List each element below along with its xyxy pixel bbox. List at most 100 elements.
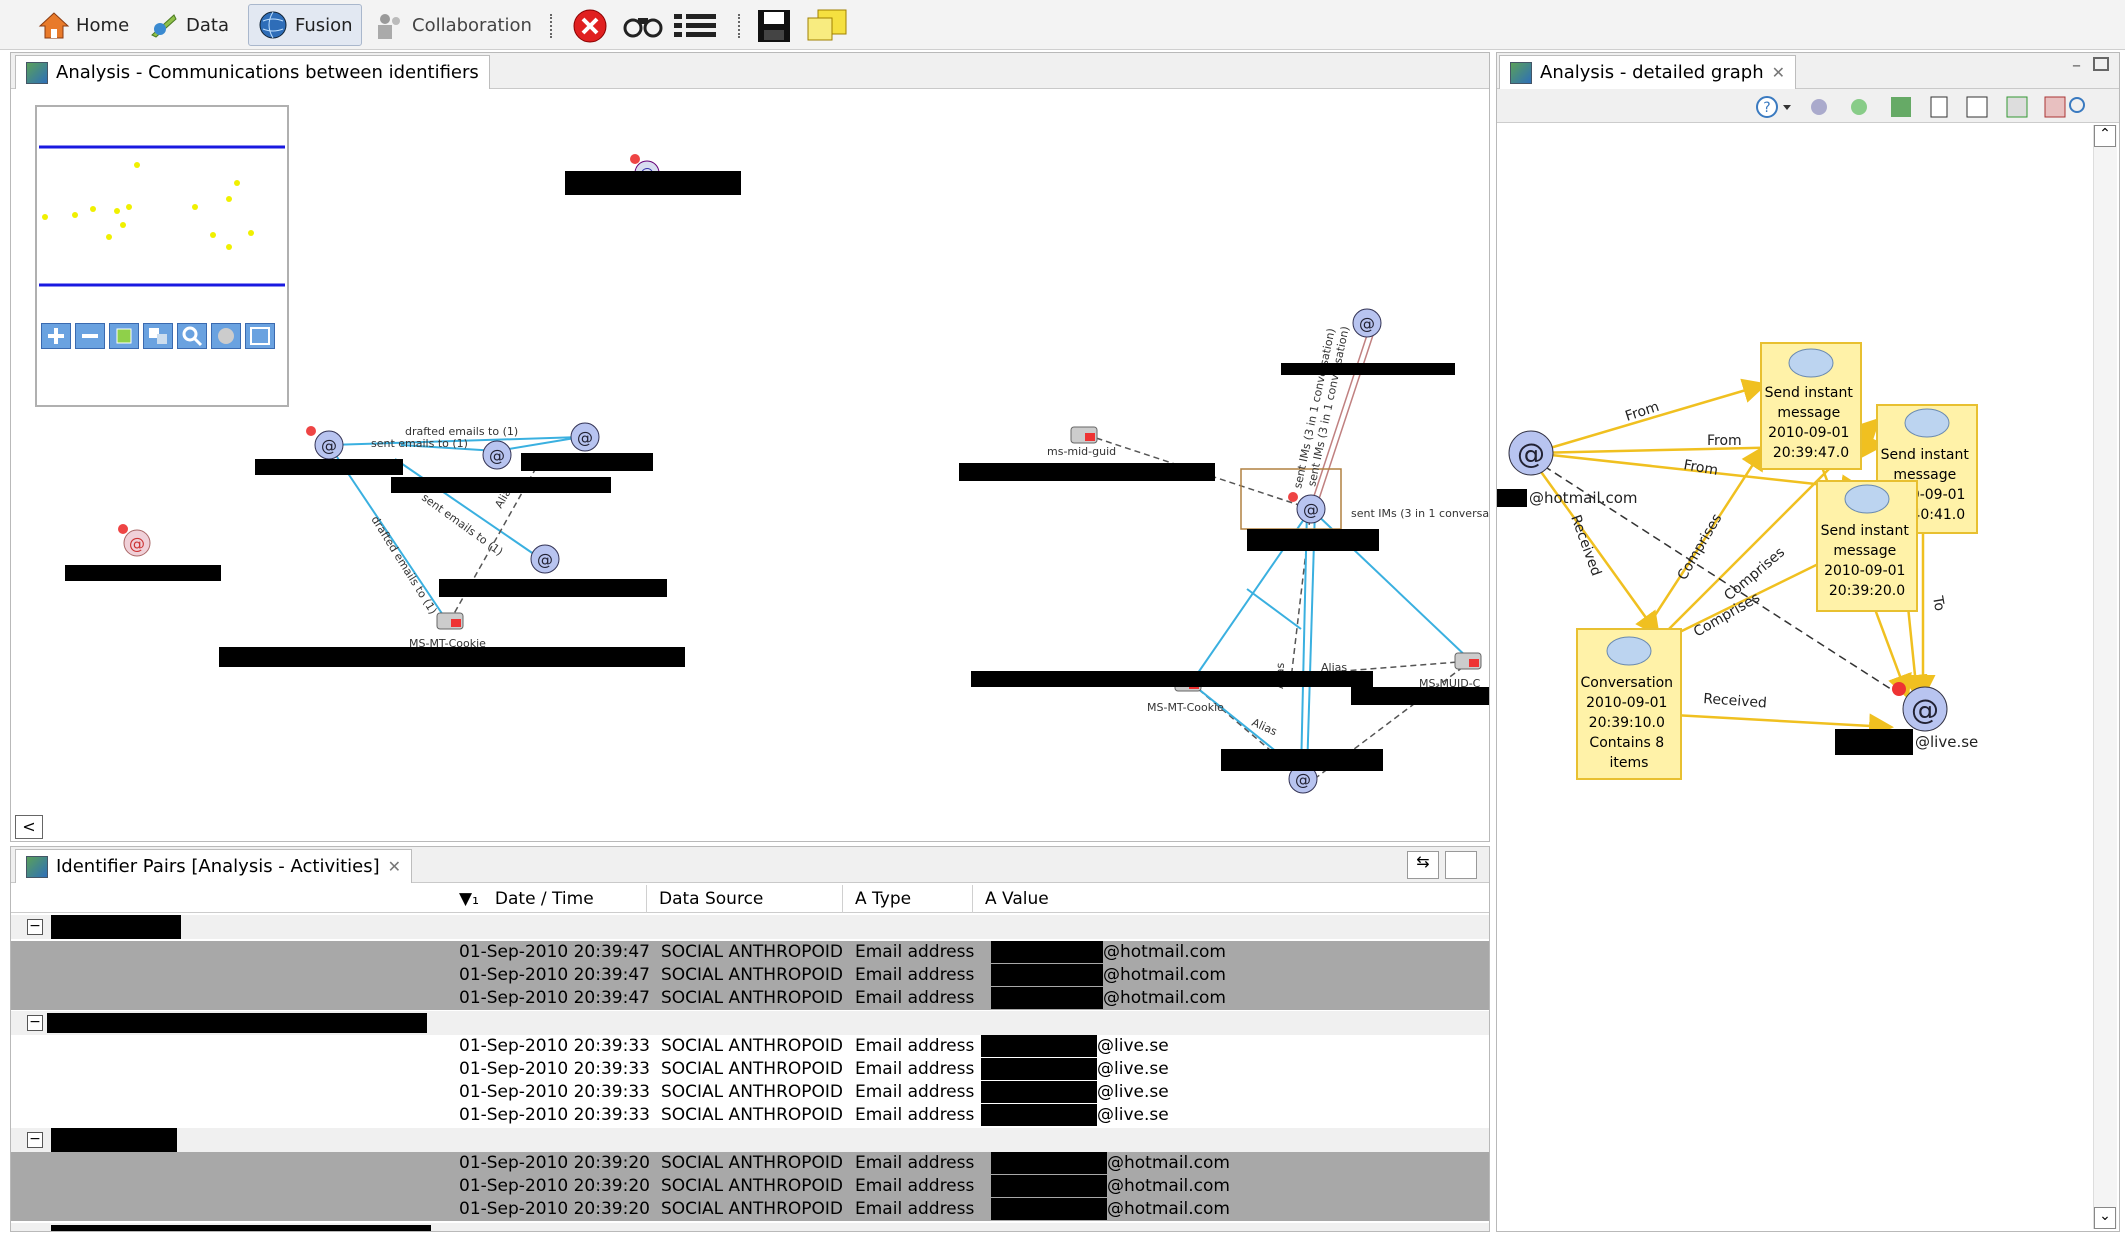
identifier-pairs-panel: Identifier Pairs [Analysis - Activities]… — [10, 846, 1490, 1232]
svg-text:@: @ — [489, 446, 505, 465]
chevron-down-icon: ⌄ — [2099, 1208, 2111, 1224]
communications-graph-panel: Analysis - Communications between identi… — [10, 52, 1490, 842]
edge-label-received2: Received — [1703, 691, 1768, 711]
svg-text:@hotmail.com: @hotmail.com — [1529, 489, 1638, 507]
redacted-label — [981, 1081, 1097, 1103]
data-button[interactable]: Data — [140, 4, 237, 46]
edge-label-comprises1: Comprises — [1675, 511, 1726, 583]
group-row[interactable]: − — [11, 1128, 1489, 1152]
table-row[interactable]: 01-Sep-2010 20:39:20 SOCIAL ANTHROPOID E… — [11, 1198, 1489, 1221]
edge-label-from3: From — [1682, 457, 1719, 479]
redacted-label — [991, 1198, 1107, 1220]
table-row[interactable]: 01-Sep-2010 20:39:33 SOCIAL ANTHROPOID E… — [11, 1104, 1489, 1127]
redacted-label — [65, 565, 221, 581]
collapse-icon[interactable]: − — [27, 1015, 43, 1031]
chevron-up-icon: ⌃ — [2099, 126, 2111, 142]
node-label-muid: ms-mid-guid — [1047, 445, 1116, 458]
collapse-icon[interactable]: − — [27, 919, 43, 935]
close-icon[interactable]: ✕ — [388, 857, 401, 876]
table-row[interactable]: 01-Sep-2010 20:39:20 SOCIAL ANTHROPOID E… — [11, 1175, 1489, 1198]
fusion-label: Fusion — [295, 14, 353, 36]
redacted-label — [51, 1128, 177, 1152]
redacted-label — [959, 463, 1215, 481]
at-node-icon: @ — [118, 524, 151, 557]
svg-text:@: @ — [537, 550, 553, 569]
column-avalue[interactable]: A Value — [973, 885, 1373, 913]
redacted-label — [991, 987, 1103, 1009]
tab-bar: Analysis - Communications between identi… — [11, 53, 1489, 89]
main-toolbar: Home Data Fusion Collaboration — [0, 0, 2125, 50]
svg-text:@: @ — [1303, 500, 1319, 519]
vertical-scrollbar[interactable]: ⌃ ⌄ — [2093, 125, 2117, 1229]
redacted-label — [1497, 489, 1527, 507]
edge-b-6 — [1246, 588, 1302, 630]
tab-communications[interactable]: Analysis - Communications between identi… — [15, 55, 490, 89]
person-icon — [1892, 682, 1906, 696]
edge-label-b4: sent IMs (3 in 1 conversation) — [1351, 507, 1489, 520]
fusion-button[interactable]: Fusion — [248, 4, 362, 46]
save-icon[interactable] — [756, 8, 792, 44]
svg-text:@: @ — [1295, 770, 1311, 789]
detailed-graph-canvas[interactable]: From From From Received Comprises Compri… — [1497, 123, 2097, 1223]
redacted-label — [1281, 363, 1455, 375]
document-icon — [1930, 96, 1948, 118]
home-button[interactable]: Home — [30, 4, 137, 46]
svg-text:@: @ — [321, 436, 337, 455]
collapse-icon[interactable]: − — [27, 1132, 43, 1148]
tab-identifier-pairs[interactable]: Identifier Pairs [Analysis - Activities]… — [15, 849, 413, 883]
group-row[interactable]: − — [11, 1011, 1489, 1035]
layout-icon — [2006, 96, 2028, 118]
settings-icon — [1811, 99, 1827, 115]
table-icon — [26, 855, 48, 878]
redacted-label — [991, 1152, 1107, 1174]
collapse-left-button[interactable]: < — [15, 815, 43, 839]
scroll-up-button[interactable]: ⌃ — [2094, 125, 2116, 147]
analysis-icon — [26, 61, 48, 84]
at-node-icon: @ — [530, 544, 560, 574]
table-row[interactable]: 01-Sep-2010 20:39:33 SOCIAL ANTHROPOID E… — [11, 1058, 1489, 1081]
edge-label-from2: From — [1707, 433, 1742, 449]
delete-icon[interactable] — [572, 8, 608, 44]
horizontal-scrollbar[interactable] — [11, 1223, 1489, 1231]
column-source[interactable]: Data Source — [647, 885, 843, 913]
scroll-down-button[interactable]: ⌄ — [2094, 1207, 2116, 1229]
minimize-icon[interactable]: – — [2072, 55, 2081, 76]
chevron-left-icon: < — [22, 817, 36, 836]
swap-icon[interactable]: ⇆ — [1407, 851, 1439, 879]
redacted-label — [439, 579, 667, 597]
collaboration-button[interactable]: Collaboration — [366, 4, 540, 46]
home-label: Home — [76, 14, 130, 36]
column-atype[interactable]: A Type — [843, 885, 973, 913]
node-message-3[interactable]: Send instant message 2010-09-01 20:39:20… — [1816, 480, 1918, 612]
edge-label-b6: Alias — [1250, 716, 1279, 739]
collaboration-label: Collaboration — [412, 14, 532, 36]
home-icon — [38, 12, 70, 39]
scroll-thumb[interactable] — [51, 1225, 431, 1231]
table-row[interactable]: 01-Sep-2010 20:39:47 SOCIAL ANTHROPOID E… — [11, 964, 1489, 987]
binoculars-icon[interactable] — [622, 10, 664, 40]
table-row[interactable]: 01-Sep-2010 20:39:47 SOCIAL ANTHROPOID E… — [11, 987, 1489, 1010]
close-icon[interactable]: ✕ — [1772, 63, 1785, 82]
cookie-node-icon — [1070, 426, 1098, 444]
table-row[interactable]: 01-Sep-2010 20:39:20 SOCIAL ANTHROPOID E… — [11, 1152, 1489, 1175]
redacted-label — [51, 915, 181, 939]
tab-detailed-graph[interactable]: Analysis - detailed graph ✕ — [1499, 55, 1797, 89]
communications-graph-canvas[interactable]: drafted emails to (1) sent emails to (1)… — [11, 89, 1489, 829]
maximize-icon[interactable] — [2093, 57, 2109, 71]
table-row[interactable]: 01-Sep-2010 20:39:33 SOCIAL ANTHROPOID E… — [11, 1035, 1489, 1058]
column-date[interactable]: ▼₁ Date / Time — [447, 885, 647, 913]
edge-label-to: To — [1929, 594, 1947, 612]
redacted-label — [971, 671, 1373, 687]
redacted-label — [981, 1104, 1097, 1126]
redacted-label — [991, 941, 1103, 963]
node-conversation[interactable]: Conversation 2010-09-01 20:39:10.0 Conta… — [1576, 628, 1682, 780]
globe-icon — [259, 11, 287, 39]
node-message-1[interactable]: Send instant message 2010-09-01 20:39:47… — [1760, 342, 1862, 470]
detail-toolbar-icons[interactable]: ? — [1755, 95, 2085, 119]
table-row[interactable]: 01-Sep-2010 20:39:47 SOCIAL ANTHROPOID E… — [11, 941, 1489, 964]
group-row[interactable]: − — [11, 915, 1489, 939]
notes-icon[interactable] — [806, 8, 848, 44]
list-options-icon[interactable] — [674, 12, 718, 38]
table-row[interactable]: 01-Sep-2010 20:39:33 SOCIAL ANTHROPOID E… — [11, 1081, 1489, 1104]
columns-icon[interactable] — [1445, 851, 1477, 879]
